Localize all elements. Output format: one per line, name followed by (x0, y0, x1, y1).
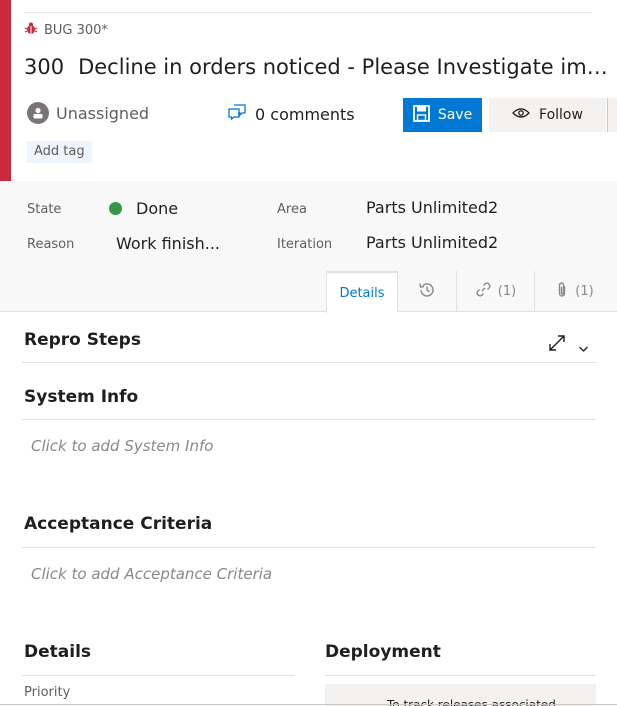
follow-button[interactable]: Follow (489, 98, 606, 132)
comments-icon (228, 104, 247, 124)
work-item-header: BUG 300* 300 Decline in orders noticed - … (0, 0, 617, 181)
section-title-system-info: System Info (24, 387, 139, 407)
work-item-id: 300 (24, 55, 65, 79)
more-actions-button[interactable] (607, 98, 617, 132)
tab-details-label: Details (339, 285, 385, 301)
state-dropdown[interactable]: Done (109, 199, 178, 218)
area-dropdown[interactable]: Parts Unlimited2 (366, 198, 498, 217)
priority-label: Priority (24, 685, 71, 700)
tab-links[interactable]: (1) (456, 271, 534, 312)
work-item-title[interactable]: 300 Decline in orders noticed - Please In… (24, 55, 617, 79)
state-status-dot (109, 202, 122, 215)
bottom-divider (0, 704, 617, 705)
section-divider (22, 675, 295, 676)
section-divider (22, 547, 596, 548)
section-title-acceptance-criteria: Acceptance Criteria (24, 514, 213, 534)
link-icon (475, 281, 492, 302)
assigned-to-label: Unassigned (56, 103, 150, 123)
user-icon (33, 107, 43, 119)
section-title-repro-steps: Repro Steps (24, 330, 141, 350)
work-item-title-text[interactable]: Decline in orders noticed - Please Inves… (78, 55, 617, 79)
acceptance-criteria-editor[interactable]: Click to add Acceptance Criteria (31, 565, 272, 583)
system-info-editor[interactable]: Click to add System Info (31, 437, 213, 455)
reason-dropdown[interactable]: Work finish... (116, 234, 220, 253)
eye-icon (512, 107, 530, 123)
section-divider (325, 675, 596, 676)
bug-icon (24, 21, 38, 39)
section-divider (22, 362, 596, 363)
avatar (27, 102, 49, 124)
section-title-deployment: Deployment (325, 642, 441, 662)
expand-icon[interactable] (548, 334, 566, 356)
history-icon (418, 281, 436, 303)
tab-attachments[interactable]: (1) (534, 271, 614, 312)
save-button[interactable]: Save (403, 98, 482, 132)
tab-details[interactable]: Details (326, 271, 397, 313)
links-count: (1) (497, 284, 517, 299)
tab-history[interactable] (397, 271, 456, 312)
assigned-to-picker[interactable]: Unassigned (27, 102, 149, 124)
paperclip-icon (555, 281, 569, 303)
work-item-type-color-bar (0, 0, 11, 181)
add-tag-button[interactable]: Add tag (27, 141, 92, 163)
section-divider (22, 419, 596, 420)
section-title-details: Details (24, 642, 92, 662)
iteration-dropdown[interactable]: Parts Unlimited2 (366, 233, 498, 252)
state-label: State (27, 202, 62, 217)
work-item-form: BUG 300* 300 Decline in orders noticed - … (0, 0, 617, 706)
header-divider (24, 12, 592, 13)
save-button-label: Save (437, 107, 473, 123)
iteration-label: Iteration (277, 237, 333, 252)
save-icon (412, 104, 430, 126)
area-label: Area (277, 202, 307, 217)
deployment-info-box: To track releases associated (325, 684, 596, 706)
state-value: Done (136, 199, 179, 218)
work-item-type-row: BUG 300* (24, 21, 108, 39)
reason-label: Reason (27, 237, 75, 252)
attachments-count: (1) (575, 284, 594, 299)
comments-count-label: 0 comments (255, 104, 355, 124)
chevron-down-icon[interactable] (578, 338, 589, 357)
form-tabs: Details (1) (1) (326, 271, 614, 313)
work-item-type-label: BUG 300* (44, 22, 108, 38)
comments-link[interactable]: 0 comments (228, 104, 355, 124)
follow-button-label: Follow (539, 107, 583, 123)
